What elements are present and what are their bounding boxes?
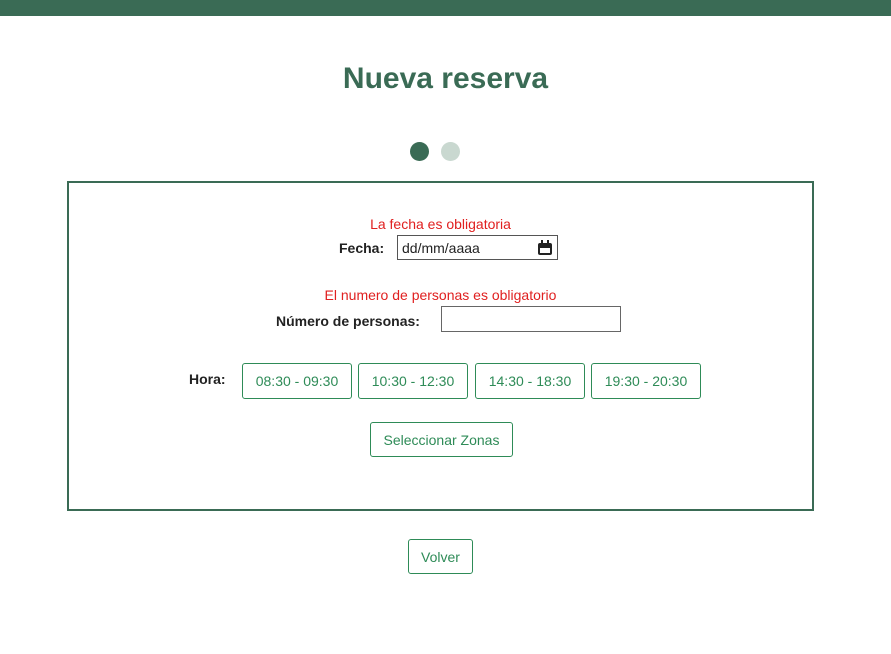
time-slot-button-2[interactable]: 10:30 - 12:30 (358, 363, 468, 399)
date-placeholder: dd/mm/aaaa (402, 239, 480, 256)
time-slot-button-1[interactable]: 08:30 - 09:30 (242, 363, 352, 399)
step-indicator (410, 142, 460, 161)
top-bar (0, 0, 891, 16)
back-button[interactable]: Volver (408, 539, 473, 574)
select-zones-button[interactable]: Seleccionar Zonas (370, 422, 513, 457)
persons-input[interactable] (441, 306, 621, 332)
time-slot-button-3[interactable]: 14:30 - 18:30 (475, 363, 585, 399)
calendar-icon[interactable] (537, 239, 553, 256)
reservation-form: La fecha es obligatoria Fecha: dd/mm/aaa… (67, 181, 814, 511)
date-label: Fecha: (339, 240, 385, 256)
time-slot-button-4[interactable]: 19:30 - 20:30 (591, 363, 701, 399)
date-input[interactable]: dd/mm/aaaa (397, 235, 558, 260)
date-error-message: La fecha es obligatoria (370, 216, 511, 232)
persons-label: Número de personas: (276, 313, 420, 329)
page-title: Nueva reserva (342, 62, 549, 95)
time-label: Hora: (189, 371, 226, 387)
persons-error-message: El numero de personas es obligatorio (324, 287, 557, 303)
step-dot-1-active (410, 142, 429, 161)
step-dot-2 (441, 142, 460, 161)
